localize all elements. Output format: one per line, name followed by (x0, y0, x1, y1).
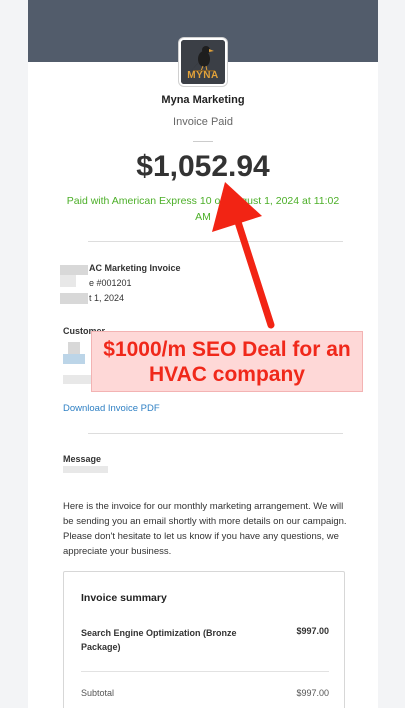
summary-divider (81, 671, 329, 672)
invoice-number: e #001201 (89, 278, 132, 288)
redacted-block (60, 275, 76, 287)
message-label: Message (63, 454, 102, 464)
invoice-title: AC Marketing Invoice (89, 263, 181, 273)
payment-details: Paid with American Express 10 on August … (66, 195, 340, 223)
download-invoice-link[interactable]: Download Invoice PDF (63, 403, 160, 414)
annotation-callout: $1000/m SEO Deal for an HVAC company (91, 331, 363, 392)
divider (88, 241, 343, 242)
merchant-logo: MYNA (179, 38, 227, 86)
line-item-price: $997.00 (296, 626, 329, 636)
divider (88, 433, 343, 434)
redacted-block (68, 342, 80, 354)
summary-title: Invoice summary (81, 592, 167, 604)
redacted-block (60, 265, 88, 275)
line-item-name: Search Engine Optimization (Bronze Packa… (81, 628, 237, 652)
redacted-block (63, 466, 108, 473)
annotation-text: $1000/m SEO Deal for an HVAC company (103, 338, 351, 386)
mini-divider (193, 141, 213, 142)
subtotal-value: $997.00 (296, 688, 329, 698)
redacted-block (63, 354, 85, 364)
redacted-block (63, 375, 93, 384)
invoice-status: Invoice Paid (173, 116, 233, 128)
invoice-date: t 1, 2024 (89, 293, 125, 303)
payment-amount: $1,052.94 (136, 150, 270, 183)
redacted-block (60, 293, 88, 304)
logo-text: MYNA (187, 70, 219, 81)
message-body: Here is the invoice for our monthly mark… (63, 501, 347, 557)
invoice-summary: Invoice summary Search Engine Optimizati… (63, 571, 345, 708)
merchant-name: Myna Marketing (161, 94, 245, 106)
subtotal-label: Subtotal (81, 688, 115, 698)
